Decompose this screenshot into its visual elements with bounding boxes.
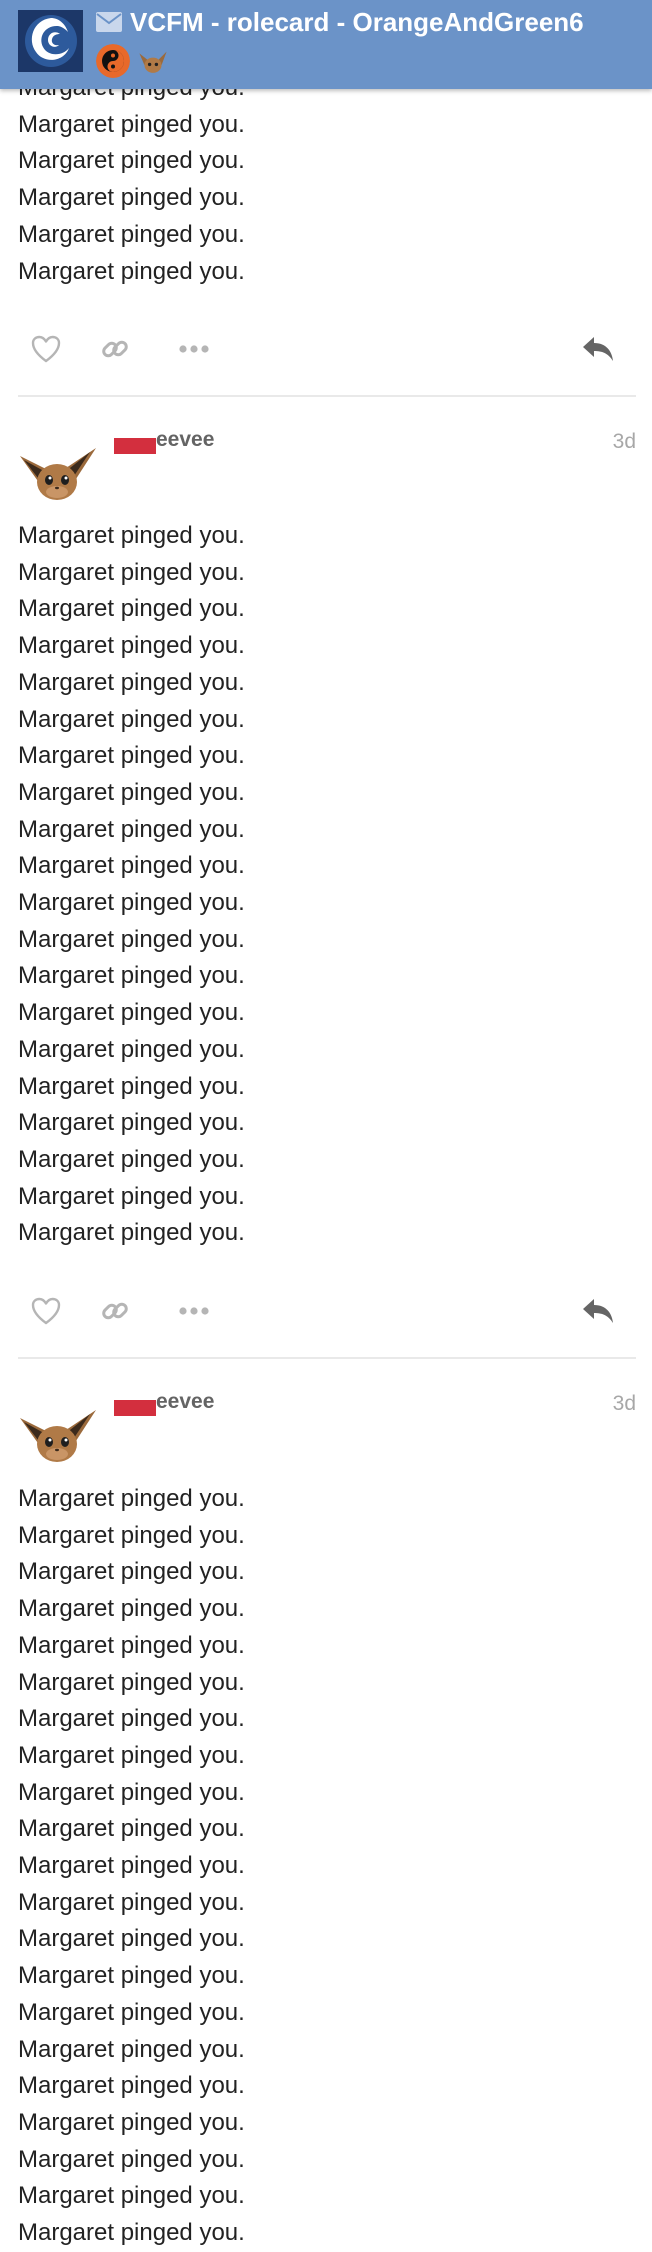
post-text-line: Margaret pinged you.	[18, 742, 245, 770]
eevee-avatar[interactable]	[136, 44, 170, 78]
user-avatar[interactable]	[18, 432, 98, 504]
eevee-avatar-icon	[18, 1410, 98, 1470]
post-text-line: Margaret pinged you.	[18, 2072, 245, 2100]
redaction-bar	[114, 438, 156, 454]
post-text-line: Margaret pinged you.	[18, 1558, 245, 1586]
post-text-line: Margaret pinged you.	[18, 1631, 245, 1659]
post-divider	[18, 395, 636, 397]
more-icon	[178, 1306, 210, 1316]
post-username[interactable]: eevee	[156, 1390, 214, 1414]
post-text-line: Margaret pinged you.	[18, 632, 245, 660]
post-actions	[18, 1289, 636, 1339]
post-header: eevee 3d	[18, 428, 636, 512]
post-date[interactable]: 3d	[613, 430, 636, 454]
post-text-line: Margaret pinged you.	[18, 110, 245, 138]
like-button[interactable]	[24, 1289, 68, 1333]
user-avatar[interactable]	[18, 1394, 98, 1466]
post-text-line: Margaret pinged you.	[18, 1815, 245, 1843]
reply-button[interactable]	[576, 1289, 620, 1333]
eevee-avatar-icon	[18, 448, 98, 508]
like-button[interactable]	[24, 327, 68, 371]
post-text-line: Margaret pinged you.	[18, 147, 245, 175]
post-text-line: Margaret pinged you.	[18, 595, 245, 623]
link-icon	[100, 1296, 130, 1326]
post-text-line: Margaret pinged you.	[18, 558, 245, 586]
participant-list	[96, 44, 176, 78]
topic-title[interactable]: VCFM - rolecard - OrangeAndGreen6	[130, 7, 584, 38]
swirl-logo-icon	[18, 10, 83, 72]
post-text-line: Margaret pinged you.	[18, 1521, 245, 1549]
post-text-line: Margaret pinged you.	[18, 962, 245, 990]
post-text-line: Margaret pinged you.	[18, 1182, 245, 1210]
post-header: eevee 3d	[18, 1390, 636, 1474]
more-icon	[178, 344, 210, 354]
post-text-line: Margaret pinged you.	[18, 184, 245, 212]
post-text-line: Margaret pinged you.	[18, 705, 245, 733]
post-text-line: Margaret pinged you.	[18, 1595, 245, 1623]
yin-yang-avatar[interactable]	[96, 44, 130, 78]
show-more-button[interactable]	[172, 1289, 216, 1333]
post-text-line: Margaret pinged you.	[18, 2108, 245, 2136]
link-icon	[100, 334, 130, 364]
post-text-line: Margaret pinged you.	[18, 1778, 245, 1806]
redaction-bar	[114, 1400, 156, 1416]
post-date[interactable]: 3d	[613, 1392, 636, 1416]
share-link-button[interactable]	[93, 1289, 137, 1333]
post-actions	[18, 327, 636, 377]
post-text-line: Margaret pinged you.	[18, 1485, 245, 1512]
post-text-line: Margaret pinged you.	[18, 1668, 245, 1696]
heart-icon	[31, 335, 61, 363]
post-text-line: Margaret pinged you.	[18, 2182, 245, 2210]
post-text-line: Margaret pinged you.	[18, 2219, 245, 2246]
post-text-line: Margaret pinged you.	[18, 1109, 245, 1137]
post-text-line: Margaret pinged you.	[18, 522, 245, 549]
site-logo[interactable]	[18, 10, 83, 72]
post-text-line: Margaret pinged you.	[18, 1219, 245, 1247]
post-text-line: Margaret pinged you.	[18, 1741, 245, 1769]
post-text-line: Margaret pinged you.	[18, 1705, 245, 1733]
post-username[interactable]: eevee	[156, 428, 214, 452]
post-text-line: Margaret pinged you.	[18, 1072, 245, 1100]
post-text-line: Margaret pinged you.	[18, 668, 245, 696]
post-text-line: Margaret pinged you.	[18, 1888, 245, 1916]
show-more-button[interactable]	[172, 327, 216, 371]
post-text-line: Margaret pinged you.	[18, 925, 245, 953]
post-text-line: Margaret pinged you.	[18, 2035, 245, 2063]
heart-icon	[31, 1297, 61, 1325]
post-text-line: Margaret pinged you.	[18, 1962, 245, 1990]
post-text-line: Margaret pinged you.	[18, 220, 245, 248]
post-text-line: Margaret pinged you.	[18, 999, 245, 1027]
post-text-line: Margaret pinged you.	[18, 257, 245, 285]
reply-button[interactable]	[576, 327, 620, 371]
post-text-line: Margaret pinged you.	[18, 815, 245, 843]
envelope-icon	[96, 12, 122, 32]
post-text-line: Margaret pinged you.	[18, 1925, 245, 1953]
post-text-line: Margaret pinged you.	[18, 1998, 245, 2026]
topic-header: VCFM - rolecard - OrangeAndGreen6	[0, 0, 652, 89]
post-text-line: Margaret pinged you.	[18, 1145, 245, 1173]
reply-icon	[581, 335, 615, 363]
post-text-line: Margaret pinged you.	[18, 889, 245, 916]
post-text-line: Margaret pinged you.	[18, 1852, 245, 1879]
post-text-line: Margaret pinged you.	[18, 778, 245, 806]
post-text-line: Margaret pinged you.	[18, 1035, 245, 1063]
reply-icon	[581, 1297, 615, 1325]
share-link-button[interactable]	[93, 327, 137, 371]
post-divider	[18, 1357, 636, 1359]
post-text-line: Margaret pinged you.	[18, 852, 245, 880]
post-text-line: Margaret pinged you.	[18, 2145, 245, 2173]
